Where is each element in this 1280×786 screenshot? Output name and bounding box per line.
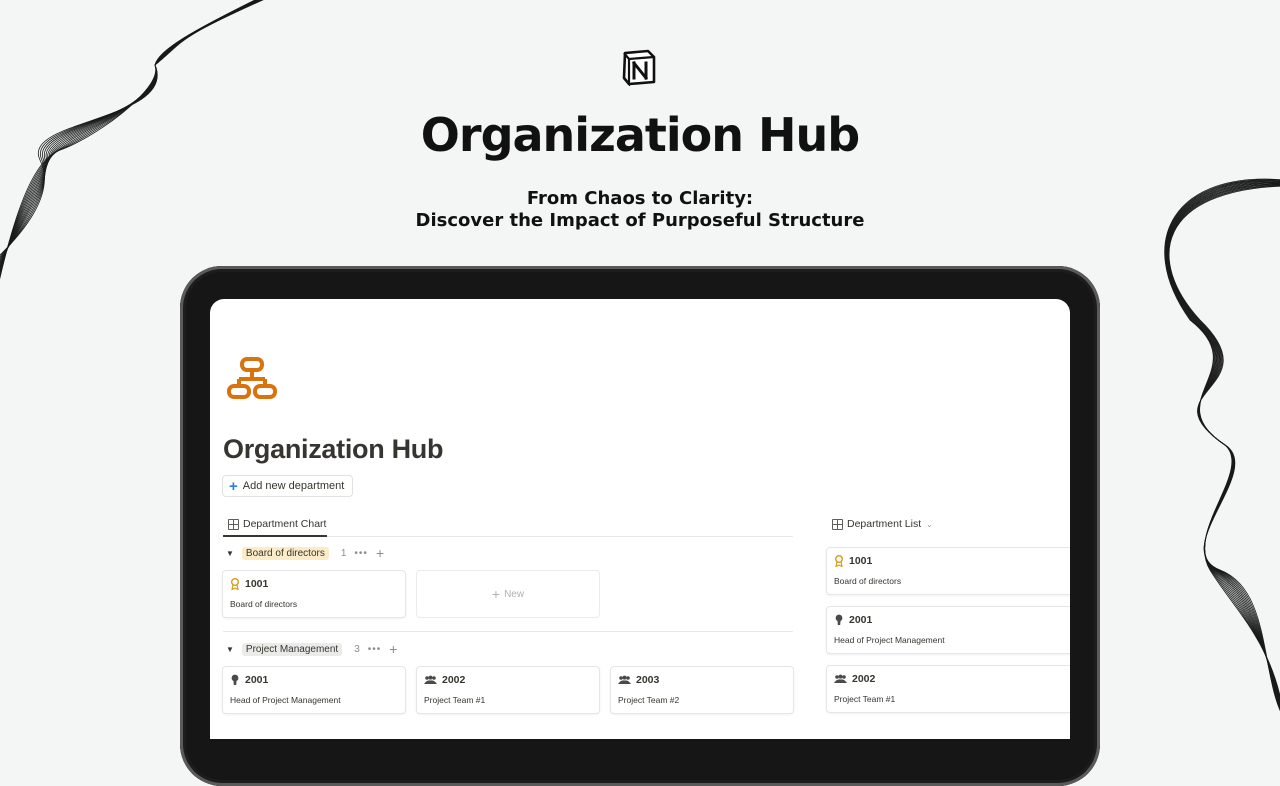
more-options-icon[interactable]: •••	[354, 548, 368, 559]
gallery-icon	[832, 519, 843, 530]
tab-department-chart-label: Department Chart	[243, 518, 327, 530]
list-item-1001[interactable]: 1001 Board of directors	[826, 547, 1070, 595]
group-icon	[834, 674, 847, 684]
group-tag: Project Management	[241, 642, 343, 656]
card-id: 2003	[618, 674, 659, 686]
notion-logo-icon	[622, 49, 656, 86]
person-icon	[230, 674, 240, 686]
card-name: Head of Project Management	[230, 695, 341, 705]
card-name: Project Team #2	[618, 695, 680, 705]
collapse-triangle-icon[interactable]: ▼	[226, 549, 234, 558]
group-count: 1	[340, 547, 347, 559]
card-id-text: 2001	[245, 674, 269, 686]
card-id: 2001	[230, 674, 268, 686]
group-header-board[interactable]: ▼ Board of directors 1 ••• +	[226, 544, 384, 562]
group-tag: Board of directors	[241, 546, 329, 560]
plus-icon: +	[491, 586, 501, 602]
award-icon	[834, 555, 844, 567]
person-icon	[834, 614, 844, 626]
card-id: 2002	[424, 674, 465, 686]
list-item-2001[interactable]: 2001 Head of Project Management	[826, 606, 1070, 654]
collapse-triangle-icon[interactable]: ▼	[226, 645, 234, 654]
card-2003[interactable]: 2003 Project Team #2	[610, 666, 794, 714]
card-id: 2001	[834, 614, 872, 626]
card-id-text: 2003	[636, 674, 660, 686]
group-icon	[424, 675, 437, 685]
group-header-project-management[interactable]: ▼ Project Management 3 ••• +	[226, 640, 397, 658]
tab-department-list[interactable]: Department List ⌄	[832, 513, 933, 535]
org-chart-icon	[227, 357, 277, 399]
award-icon	[230, 578, 240, 590]
card-id-text: 1001	[245, 578, 269, 590]
card-id: 2002	[834, 673, 875, 685]
add-card-icon[interactable]: +	[389, 642, 397, 656]
card-2001[interactable]: 2001 Head of Project Management	[222, 666, 406, 714]
hero-title: Organization Hub	[420, 108, 860, 162]
hero-subtitle-line-1: From Chaos to Clarity:	[526, 188, 754, 209]
tab-department-list-label: Department List	[847, 518, 922, 530]
card-name: Head of Project Management	[834, 635, 945, 645]
page-title: Organization Hub	[223, 434, 444, 464]
chevron-down-icon: ⌄	[926, 519, 933, 529]
add-new-department-label: Add new department	[242, 480, 345, 492]
gallery-icon	[228, 519, 239, 530]
tab-department-chart[interactable]: Department Chart	[228, 513, 326, 535]
hero-subtitle-line-2: Discover the Impact of Purposeful Struct…	[415, 210, 865, 231]
card-id-text: 1001	[849, 555, 873, 567]
card-id-text: 2002	[442, 674, 466, 686]
new-card-label: New	[504, 588, 525, 600]
new-card-button[interactable]: + New	[416, 570, 600, 618]
card-id: 1001	[230, 578, 268, 590]
group-separator	[223, 631, 793, 632]
card-name: Project Team #1	[834, 694, 896, 704]
hero-subtitle: From Chaos to Clarity: Discover the Impa…	[0, 188, 1280, 232]
card-1001[interactable]: 1001 Board of directors	[222, 570, 406, 618]
card-id: 1001	[834, 555, 872, 567]
list-item-2002[interactable]: 2002 Project Team #1	[826, 665, 1070, 713]
card-name: Project Team #1	[424, 695, 486, 705]
decorative-wave-right	[1164, 178, 1280, 712]
plus-icon: +	[229, 477, 238, 495]
group-icon	[618, 675, 631, 685]
card-2002[interactable]: 2002 Project Team #1	[416, 666, 600, 714]
card-id-text: 2002	[852, 673, 876, 685]
notion-page: Organization Hub + Add new department De…	[210, 299, 1070, 739]
card-name: Board of directors	[834, 576, 902, 586]
add-card-icon[interactable]: +	[376, 546, 384, 560]
card-name: Board of directors	[230, 599, 298, 609]
card-id-text: 2001	[849, 614, 873, 626]
add-new-department-button[interactable]: + Add new department	[222, 475, 354, 497]
more-options-icon[interactable]: •••	[368, 644, 382, 655]
group-count: 3	[354, 643, 360, 655]
active-tab-indicator	[223, 535, 327, 537]
